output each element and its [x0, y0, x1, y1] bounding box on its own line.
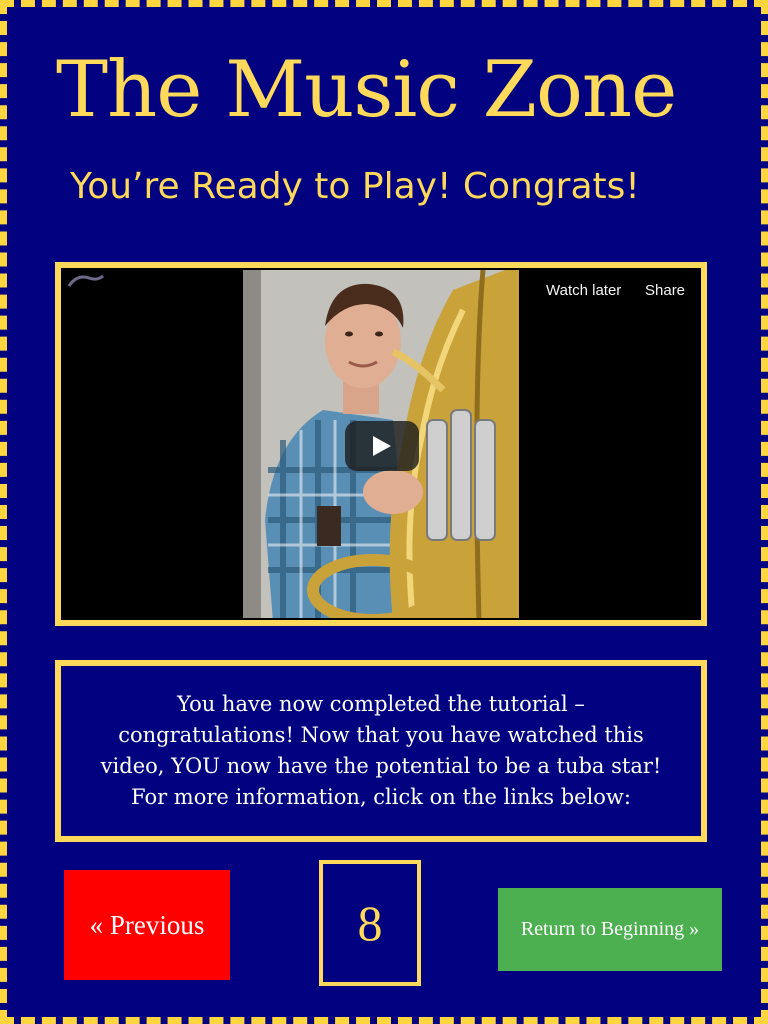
page-subtitle: You’re Ready to Play! Congrats! [70, 166, 640, 207]
completion-message-box: You have now completed the tutorial – co… [55, 660, 707, 842]
previous-button[interactable]: « Previous [64, 870, 230, 980]
completion-message: You have now completed the tutorial – co… [100, 692, 662, 809]
video-player[interactable]: Watch later Share [55, 262, 707, 626]
play-button[interactable] [345, 421, 419, 471]
video-area[interactable]: Watch later Share [63, 270, 699, 618]
share-button[interactable]: Share [645, 282, 685, 299]
page-title: The Music Zone [56, 45, 677, 135]
play-icon [373, 436, 391, 456]
watch-later-button[interactable]: Watch later [546, 282, 621, 299]
return-to-beginning-button[interactable]: Return to Beginning » [498, 888, 722, 971]
page-number: 8 [319, 860, 421, 986]
channel-logo-icon [67, 274, 104, 287]
